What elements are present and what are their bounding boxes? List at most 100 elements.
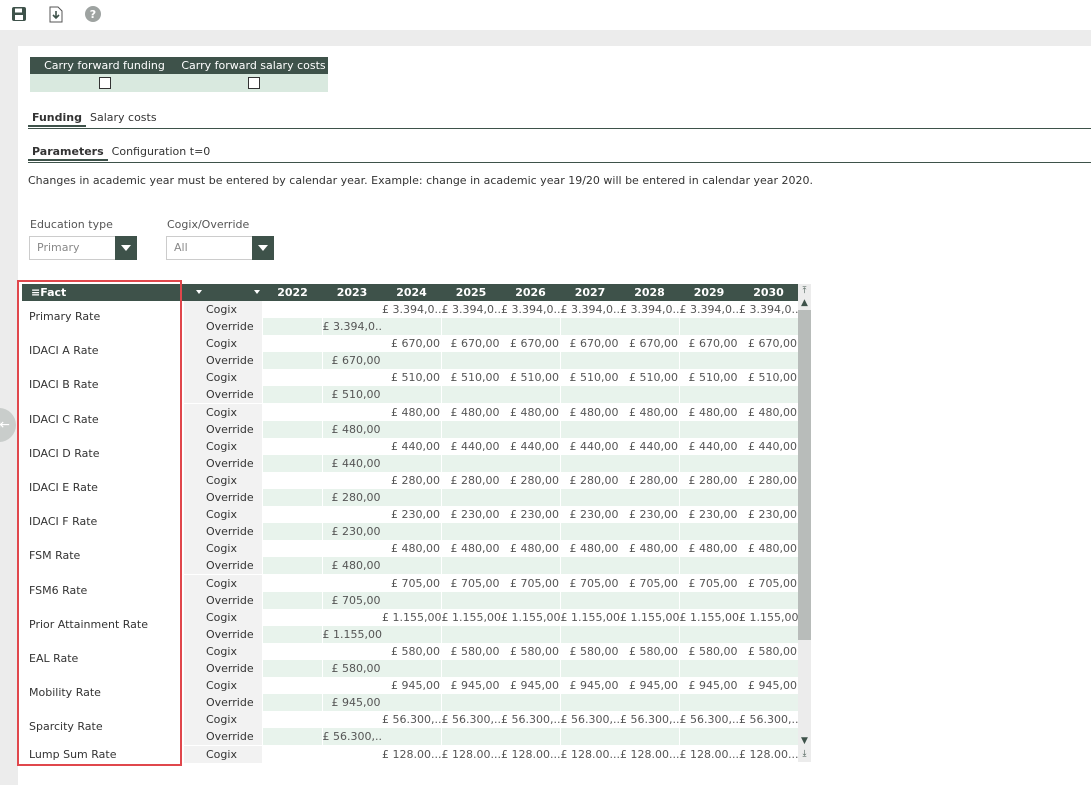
value-cell[interactable]: [679, 386, 739, 404]
value-cell[interactable]: [501, 660, 560, 677]
value-cell[interactable]: £ 230,00: [501, 506, 560, 524]
type-column-header[interactable]: [184, 284, 262, 301]
value-cell[interactable]: [382, 557, 441, 575]
tab-salary-costs[interactable]: Salary costs: [86, 109, 161, 127]
value-cell[interactable]: £ 1.155,00: [560, 608, 620, 626]
value-cell[interactable]: [560, 489, 620, 506]
value-cell[interactable]: [739, 660, 798, 677]
value-cell[interactable]: £ 280,00: [382, 472, 441, 489]
value-cell[interactable]: [263, 437, 322, 455]
chevron-down-icon[interactable]: [252, 236, 274, 260]
value-cell[interactable]: £ 705,00: [679, 574, 739, 592]
value-cell[interactable]: £ 945,00: [322, 694, 382, 712]
value-cell[interactable]: £ 480,00: [382, 403, 441, 421]
value-cell[interactable]: £ 670,00: [560, 335, 620, 353]
value-cell[interactable]: [322, 506, 382, 524]
chevron-down-icon[interactable]: [115, 236, 137, 260]
value-cell[interactable]: [263, 643, 322, 660]
value-cell[interactable]: £ 1.155,00: [679, 608, 739, 626]
value-cell[interactable]: [560, 557, 620, 575]
value-cell[interactable]: [739, 694, 798, 712]
value-cell[interactable]: £ 670,00: [382, 335, 441, 353]
value-cell[interactable]: [739, 352, 798, 370]
value-cell[interactable]: [263, 591, 322, 609]
tab-funding[interactable]: Funding: [28, 109, 86, 127]
value-cell[interactable]: [263, 660, 322, 677]
value-cell[interactable]: [560, 386, 620, 404]
value-cell[interactable]: [560, 318, 620, 335]
value-cell[interactable]: [501, 318, 560, 335]
value-cell[interactable]: £ 945,00: [739, 677, 798, 695]
value-cell[interactable]: [441, 557, 501, 575]
value-cell[interactable]: £ 510,00: [501, 369, 560, 387]
value-cell[interactable]: [739, 489, 798, 506]
value-cell[interactable]: [263, 574, 322, 592]
value-cell[interactable]: [739, 523, 798, 541]
value-cell[interactable]: [263, 489, 322, 506]
value-cell[interactable]: £ 580,00: [382, 643, 441, 660]
value-cell[interactable]: £ 705,00: [620, 574, 679, 592]
value-cell[interactable]: £ 280,00: [501, 472, 560, 489]
scroll-thumb[interactable]: [798, 310, 811, 640]
value-cell[interactable]: £ 670,00: [679, 335, 739, 353]
value-cell[interactable]: £ 128.00...: [560, 745, 620, 763]
value-cell[interactable]: [739, 318, 798, 335]
year-column-header[interactable]: 2026: [501, 284, 560, 301]
value-cell[interactable]: [501, 420, 560, 438]
value-cell[interactable]: [620, 454, 679, 472]
scroll-down-icon[interactable]: ▼: [799, 736, 810, 747]
value-cell[interactable]: [679, 420, 739, 438]
value-cell[interactable]: £ 480,00: [739, 403, 798, 421]
value-cell[interactable]: £ 440,00: [739, 437, 798, 455]
value-cell[interactable]: £ 945,00: [679, 677, 739, 695]
value-cell[interactable]: [679, 318, 739, 335]
value-cell[interactable]: [739, 625, 798, 643]
year-column-header[interactable]: 2029: [680, 284, 739, 301]
value-cell[interactable]: [322, 711, 382, 729]
value-cell[interactable]: £ 510,00: [739, 369, 798, 387]
value-cell[interactable]: £ 230,00: [382, 506, 441, 524]
value-cell[interactable]: £ 510,00: [560, 369, 620, 387]
value-cell[interactable]: £ 670,00: [501, 335, 560, 353]
download-icon[interactable]: [46, 4, 66, 24]
value-cell[interactable]: £ 480,00: [441, 540, 501, 558]
value-cell[interactable]: £ 280,00: [679, 472, 739, 489]
value-cell[interactable]: £ 1.155,00: [382, 608, 441, 626]
value-cell[interactable]: £ 280,00: [560, 472, 620, 489]
year-column-header[interactable]: 2030: [739, 284, 798, 301]
value-cell[interactable]: [560, 625, 620, 643]
value-cell[interactable]: £ 580,00: [620, 643, 679, 660]
year-column-header[interactable]: 2022: [263, 284, 322, 301]
value-cell[interactable]: [263, 694, 322, 712]
value-cell[interactable]: £ 480,00: [679, 540, 739, 558]
value-cell[interactable]: [501, 728, 560, 746]
value-cell[interactable]: [620, 625, 679, 643]
value-cell[interactable]: [263, 745, 322, 763]
value-cell[interactable]: [263, 369, 322, 387]
value-cell[interactable]: £ 3.394,0...: [679, 301, 739, 318]
value-cell[interactable]: [560, 454, 620, 472]
value-cell[interactable]: £ 3.394,0...: [560, 301, 620, 318]
value-cell[interactable]: £ 128.00...: [620, 745, 679, 763]
value-cell[interactable]: £ 480,00: [322, 557, 382, 575]
value-cell[interactable]: [441, 660, 501, 677]
value-cell[interactable]: £ 440,00: [382, 437, 441, 455]
value-cell[interactable]: [620, 420, 679, 438]
value-cell[interactable]: £ 3.394,0...: [620, 301, 679, 318]
value-cell[interactable]: £ 480,00: [382, 540, 441, 558]
value-cell[interactable]: [322, 335, 382, 353]
value-cell[interactable]: £ 480,00: [501, 403, 560, 421]
value-cell[interactable]: £ 3.394,0...: [441, 301, 501, 318]
value-cell[interactable]: £ 945,00: [382, 677, 441, 695]
value-cell[interactable]: £ 510,00: [322, 386, 382, 404]
value-cell[interactable]: [382, 660, 441, 677]
value-cell[interactable]: [501, 625, 560, 643]
save-icon[interactable]: [9, 4, 29, 24]
value-cell[interactable]: £ 580,00: [679, 643, 739, 660]
value-cell[interactable]: £ 1.155,00: [739, 608, 798, 626]
value-cell[interactable]: [263, 557, 322, 575]
value-cell[interactable]: £ 705,00: [560, 574, 620, 592]
value-cell[interactable]: [560, 660, 620, 677]
value-cell[interactable]: £ 480,00: [560, 540, 620, 558]
value-cell[interactable]: £ 3.394,0...: [739, 301, 798, 318]
